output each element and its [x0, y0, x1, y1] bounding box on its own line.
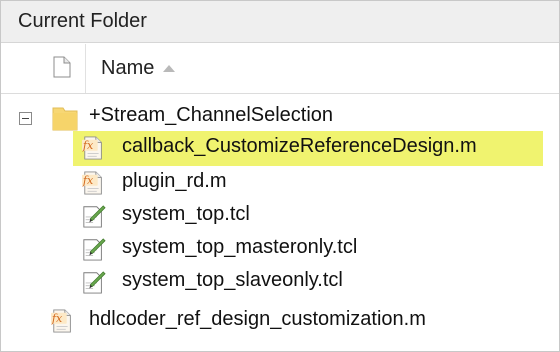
- column-header-row: Name: [1, 44, 559, 94]
- tree-item-label: system_top_masteronly.tcl: [122, 236, 358, 258]
- tree-row-file[interactable]: hdlcoder_ref_design_customization.m: [1, 304, 559, 339]
- tree-item-label: plugin_rd.m: [122, 170, 227, 192]
- script-file-icon: [83, 205, 106, 228]
- tree-row-file[interactable]: callback_CustomizeReferenceDesign.m: [1, 131, 559, 166]
- script-file-icon: [83, 238, 106, 261]
- tree-item-label: callback_CustomizeReferenceDesign.m: [122, 135, 477, 157]
- tree-row-file[interactable]: plugin_rd.m: [1, 166, 559, 201]
- function-file-icon: [82, 171, 102, 195]
- tree-item-label: hdlcoder_ref_design_customization.m: [89, 308, 426, 330]
- current-folder-panel: Current Folder Name +Stream_ChannelSelec…: [0, 0, 560, 352]
- tree-item-label: system_top_slaveonly.tcl: [122, 269, 343, 291]
- name-column-label: Name: [101, 57, 155, 79]
- tree-item-label: system_top.tcl: [122, 203, 250, 225]
- name-column-header[interactable]: Name: [101, 57, 176, 80]
- collapse-toggle-icon[interactable]: [19, 112, 32, 125]
- folder-icon: [52, 107, 78, 131]
- panel-title-bar[interactable]: Current Folder: [1, 1, 559, 43]
- tree-row-root-folder[interactable]: +Stream_ChannelSelection: [1, 100, 559, 135]
- script-file-icon: [83, 271, 106, 294]
- file-type-column-icon[interactable]: [53, 56, 71, 78]
- tree-row-file[interactable]: system_top_masteronly.tcl: [1, 232, 559, 267]
- function-file-icon: [51, 309, 71, 333]
- sort-ascending-icon: [163, 65, 176, 72]
- tree-item-label: +Stream_ChannelSelection: [89, 104, 334, 126]
- column-divider[interactable]: [85, 44, 86, 93]
- panel-title: Current Folder: [18, 10, 147, 32]
- tree-row-file[interactable]: system_top.tcl: [1, 199, 559, 234]
- tree-row-file[interactable]: system_top_slaveonly.tcl: [1, 265, 559, 300]
- function-file-icon: [82, 136, 102, 160]
